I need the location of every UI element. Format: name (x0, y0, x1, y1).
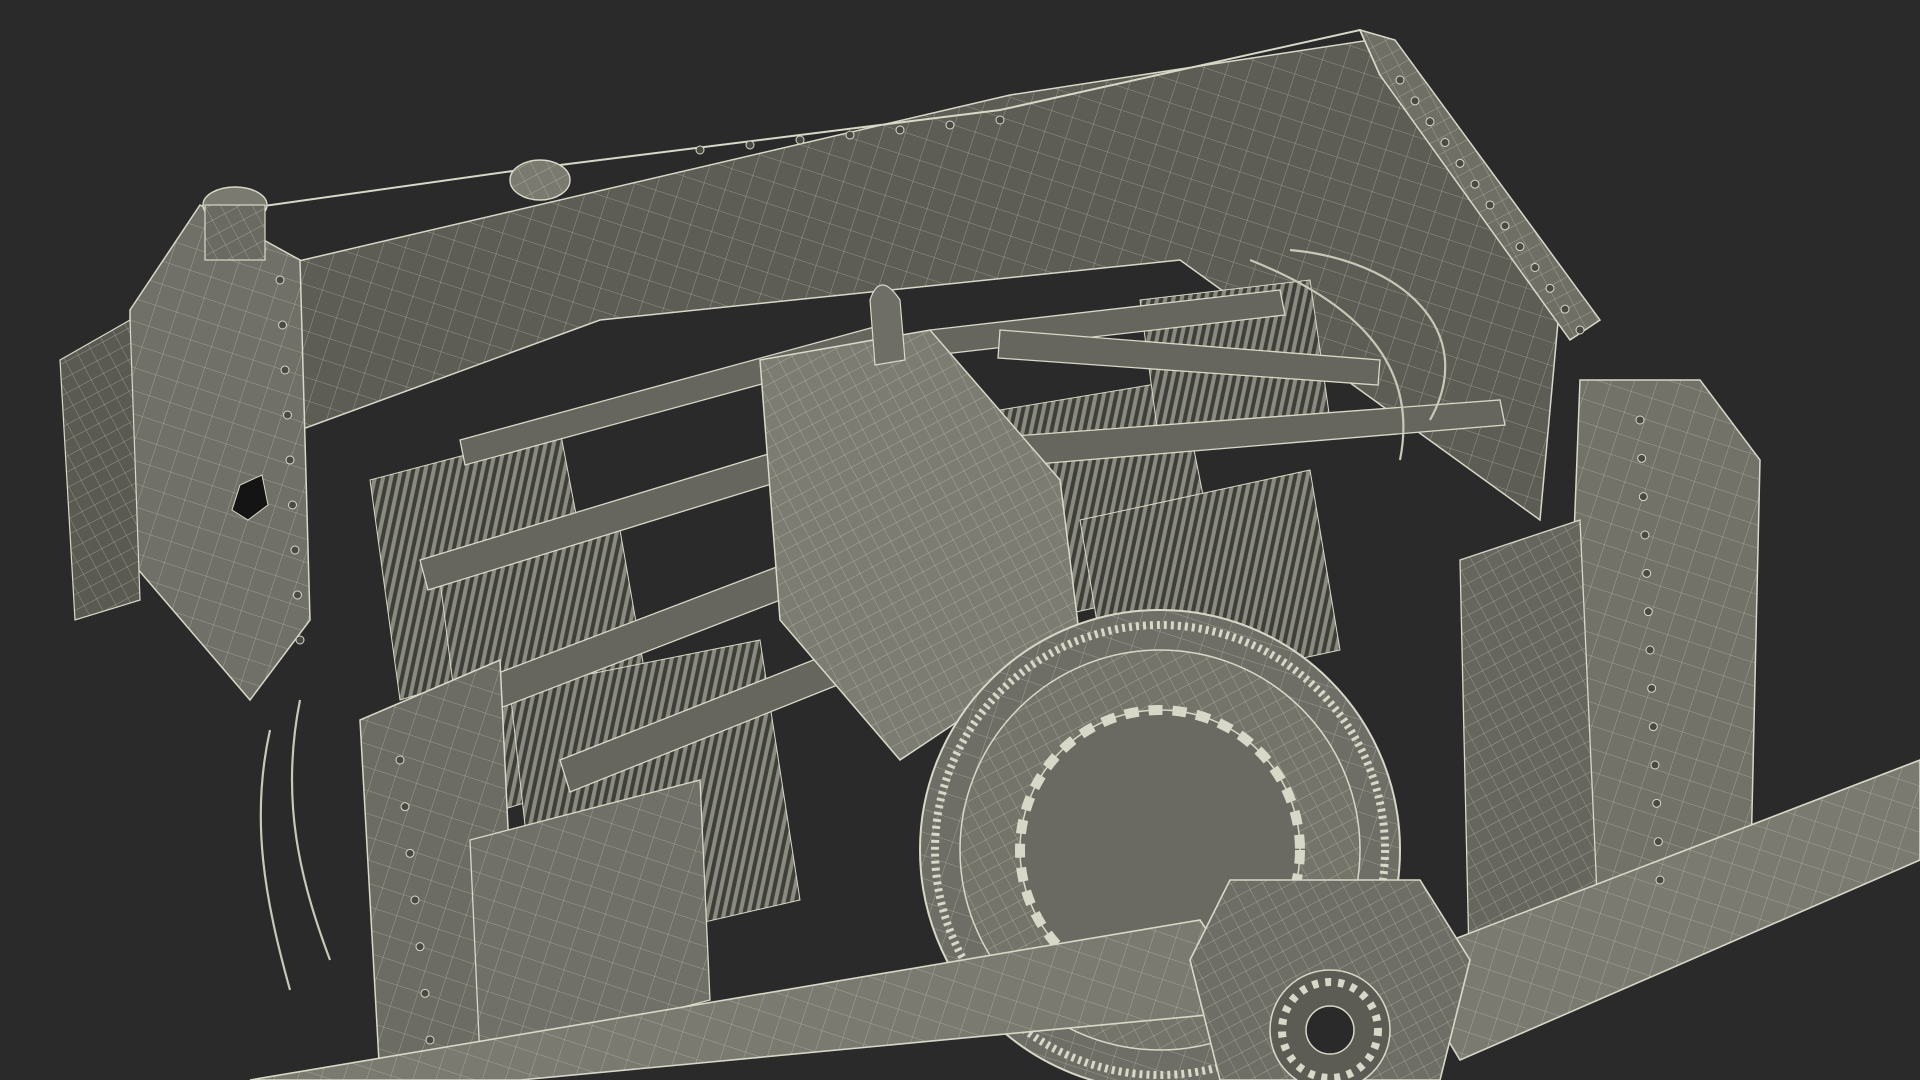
rivet (285, 455, 295, 465)
rivet (278, 320, 287, 330)
rivet (280, 365, 290, 375)
rivet (895, 125, 905, 135)
rivet (1655, 875, 1665, 885)
rivet (1642, 568, 1652, 578)
rivet (425, 1035, 435, 1045)
rivet (1515, 242, 1525, 252)
rivet (295, 635, 305, 645)
rivet (293, 590, 302, 600)
rivet (1637, 453, 1647, 463)
rivet (400, 802, 410, 812)
rivet (1470, 179, 1480, 189)
rivet (283, 410, 292, 420)
rivet (1485, 200, 1495, 210)
rivet (1410, 96, 1420, 106)
rivet (420, 988, 430, 998)
rivet (1455, 158, 1465, 168)
rivet (1643, 607, 1653, 617)
rivet (1560, 304, 1570, 314)
rivet (945, 120, 955, 130)
left-side-panel (59, 204, 311, 702)
rivet (1395, 75, 1405, 85)
rivet (1500, 221, 1510, 231)
rivet (415, 942, 425, 952)
engine-wireframe-illustration (59, 28, 1920, 1080)
rivet (1648, 722, 1658, 732)
rivet (1575, 325, 1585, 335)
rivet (1635, 415, 1645, 425)
rivet (795, 135, 805, 145)
rivet (745, 140, 755, 150)
rivet (275, 275, 285, 285)
rivet (290, 545, 300, 555)
render-viewport (0, 0, 1920, 1080)
rivet (395, 755, 405, 765)
rivet (1440, 138, 1450, 147)
rivet (1647, 683, 1657, 693)
rivet (1640, 530, 1650, 540)
rivet (288, 500, 297, 510)
rivet (405, 848, 415, 858)
rivet (1638, 492, 1648, 502)
rivet (1645, 645, 1655, 655)
rivet (1650, 760, 1660, 770)
rivet (695, 145, 705, 155)
rivet (845, 130, 855, 140)
rivet (1530, 263, 1540, 272)
rivet (995, 115, 1005, 125)
rivet (1652, 798, 1662, 808)
rivet (1653, 837, 1663, 847)
rivet (1545, 283, 1555, 293)
rivet (1425, 117, 1435, 127)
rivet (410, 895, 420, 905)
